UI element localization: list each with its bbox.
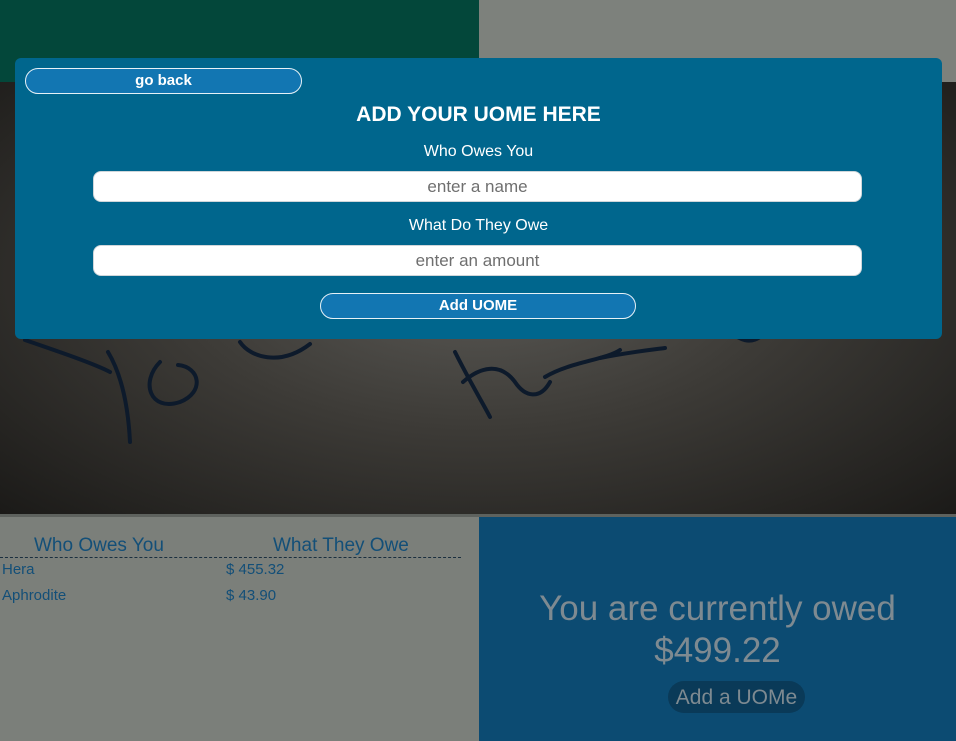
summary-panel: You are currently owed $499.22 Add a UOM… <box>479 517 956 741</box>
what-owe-label: What Do They Owe <box>408 217 549 234</box>
add-uome-modal: go back ADD YOUR UOME HERE Who Owes You … <box>15 58 942 339</box>
row-name: Aphrodite <box>2 587 67 604</box>
column-header-who: Who Owes You <box>34 535 164 556</box>
row-amount: $ 43.90 <box>226 587 277 604</box>
go-back-button[interactable]: go back <box>25 68 302 94</box>
add-uome-submit-button[interactable]: Add UOME <box>320 293 636 319</box>
amount-input[interactable] <box>93 245 862 276</box>
name-input[interactable] <box>93 171 862 202</box>
add-a-uome-button[interactable]: Add a UOMe <box>668 681 805 713</box>
column-header-what: What They Owe <box>273 535 409 556</box>
uome-table: Who Owes You What They Owe Hera $ 455.32… <box>0 517 479 741</box>
modal-title: ADD YOUR UOME HERE <box>356 103 601 126</box>
row-name: Hera <box>2 561 35 578</box>
table-header: Who Owes You What They Owe <box>0 533 461 558</box>
owed-text: You are currently owed <box>539 589 896 628</box>
table-row: Aphrodite $ 43.90 <box>0 587 461 611</box>
owed-total: $499.22 <box>654 631 781 670</box>
row-amount: $ 455.32 <box>226 561 285 578</box>
table-row: Hera $ 455.32 <box>0 561 461 585</box>
who-owes-label: Who Owes You <box>423 143 534 160</box>
